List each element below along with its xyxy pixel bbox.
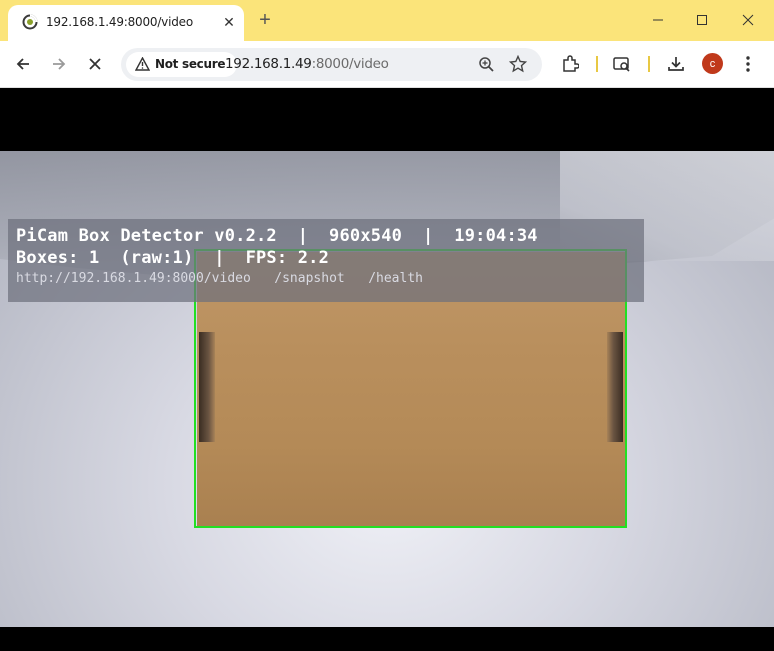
- minimize-icon[interactable]: [648, 11, 668, 29]
- close-icon[interactable]: [738, 11, 758, 29]
- warning-icon: [134, 56, 151, 76]
- not-secure-label: Not secure: [155, 57, 226, 71]
- detector-info-overlay: PiCam Box Detector v0.2.2 | 960x540 | 19…: [8, 219, 644, 302]
- maximize-icon[interactable]: [692, 11, 712, 29]
- overlay-endpoints-line: http://192.168.1.49:8000/video /snapshot…: [16, 271, 423, 286]
- tab-search-icon[interactable]: [611, 53, 633, 75]
- toolbar-separator: [648, 56, 650, 72]
- site-security-chip[interactable]: Not secure: [126, 52, 237, 77]
- url-text[interactable]: 192.168.1.49:8000/video: [225, 56, 389, 72]
- profile-avatar[interactable]: c: [702, 53, 723, 74]
- forward-arrow-icon[interactable]: [48, 53, 70, 75]
- zoom-icon[interactable]: [478, 56, 495, 78]
- browser-tab[interactable]: 192.168.1.49:8000/video ✕: [8, 5, 244, 41]
- url-host: 192.168.1.49: [225, 56, 312, 72]
- page-content: PiCam Box Detector v0.2.2 | 960x540 | 19…: [0, 88, 774, 651]
- overlay-stats-line: Boxes: 1 (raw:1) | FPS: 2.2: [16, 248, 330, 268]
- new-tab-button[interactable]: +: [255, 9, 275, 31]
- bookmark-star-icon[interactable]: [508, 54, 528, 78]
- extensions-puzzle-icon[interactable]: [559, 53, 581, 75]
- tab-strip: 192.168.1.49:8000/video ✕ +: [0, 0, 774, 41]
- browser-toolbar: Not secure 192.168.1.49:8000/video c: [0, 41, 774, 88]
- tab-close-button[interactable]: ✕: [220, 13, 238, 31]
- menu-kebab-icon[interactable]: [737, 53, 759, 75]
- download-icon[interactable]: [665, 53, 687, 75]
- overlay-title-line: PiCam Box Detector v0.2.2 | 960x540 | 19…: [16, 226, 538, 246]
- toolbar-separator: [596, 56, 598, 72]
- back-arrow-icon[interactable]: [12, 53, 34, 75]
- address-bar[interactable]: Not secure 192.168.1.49:8000/video: [121, 48, 542, 81]
- video-stream: PiCam Box Detector v0.2.2 | 960x540 | 19…: [0, 151, 774, 627]
- tab-title: 192.168.1.49:8000/video: [46, 15, 193, 29]
- stop-loading-icon[interactable]: [84, 53, 106, 75]
- url-path: :8000/video: [311, 56, 389, 72]
- loading-spinner-icon: [22, 14, 38, 30]
